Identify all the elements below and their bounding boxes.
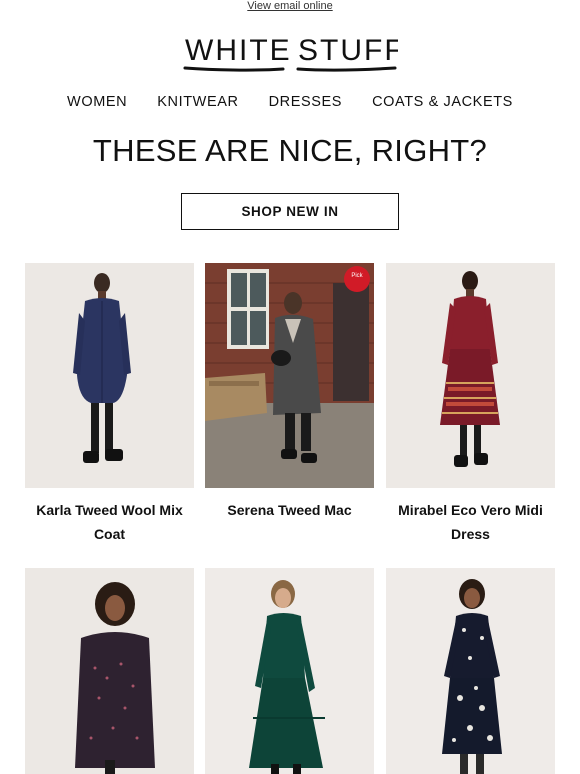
nav-knitwear[interactable]: KNITWEAR	[142, 93, 253, 111]
logo-word-white: WHITE	[185, 34, 292, 67]
pick-badge-icon	[344, 266, 370, 292]
nav-dresses[interactable]: DRESSES	[254, 93, 358, 111]
product-image[interactable]	[25, 568, 194, 774]
product-card[interactable]: Pick Serena Tweed Mac	[205, 263, 374, 522]
product-name[interactable]: Serena Tweed Mac	[205, 498, 374, 522]
product-card[interactable]	[205, 568, 374, 774]
shop-new-in-button[interactable]: SHOP NEW IN	[181, 193, 399, 230]
product-image[interactable]	[386, 568, 555, 774]
product-image[interactable]: Pick	[205, 263, 374, 488]
product-image[interactable]	[25, 263, 194, 488]
product-image[interactable]	[386, 263, 555, 488]
white-stuff-logo[interactable]: WHITE STUFF	[0, 30, 580, 74]
svg-text:Pick: Pick	[351, 273, 363, 279]
product-name[interactable]: Karla Tweed Wool Mix Coat	[25, 498, 194, 546]
product-name[interactable]: Mirabel Eco Vero Midi Dress	[386, 498, 555, 546]
logo-word-stuff: STUFF	[298, 34, 398, 67]
product-image[interactable]	[205, 568, 374, 774]
nav-coats-jackets[interactable]: COATS & JACKETS	[357, 93, 528, 111]
product-card[interactable]	[25, 568, 194, 774]
view-email-online-link[interactable]: View email online	[0, 0, 580, 12]
nav-women[interactable]: WOMEN	[52, 93, 142, 111]
product-card[interactable]: Karla Tweed Wool Mix Coat	[25, 263, 194, 546]
page-headline: THESE ARE NICE, RIGHT?	[92, 133, 488, 168]
product-card[interactable]	[386, 568, 555, 774]
product-card[interactable]: Mirabel Eco Vero Midi Dress	[386, 263, 555, 546]
main-nav: WOMEN KNITWEAR DRESSES COATS & JACKETS	[0, 93, 580, 111]
